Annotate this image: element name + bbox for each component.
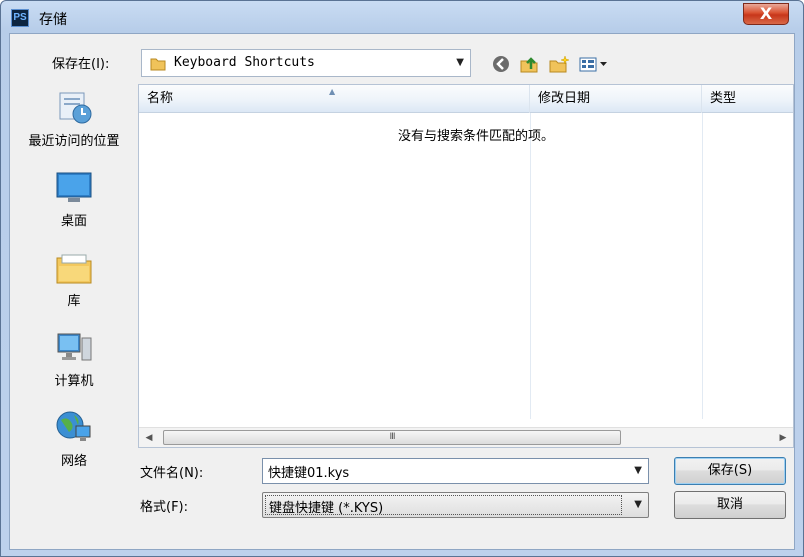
column-headers: 名称 ▲ 修改日期 类型 <box>139 85 793 113</box>
chevron-down-icon[interactable]: ▼ <box>456 57 464 68</box>
dialog-body: 保存在(I): Keyboard Shortcuts ▼ 最近访问的位置 桌面 … <box>9 33 795 550</box>
back-icon[interactable] <box>490 54 512 74</box>
place-desktop[interactable]: 桌面 <box>16 170 132 229</box>
column-header-date[interactable]: 修改日期 <box>530 85 702 113</box>
filename-label: 文件名(N): <box>140 466 204 481</box>
photoshop-icon: PS <box>11 9 29 27</box>
up-folder-icon[interactable] <box>518 54 540 74</box>
scrollbar-thumb[interactable]: III <box>163 430 621 445</box>
place-label: 网络 <box>60 454 87 469</box>
save-button[interactable]: 保存(S) <box>674 457 786 485</box>
file-list[interactable]: 名称 ▲ 修改日期 类型 没有与搜索条件匹配的项。 ◀ III ▶ <box>138 84 794 448</box>
chevron-down-icon[interactable]: ▼ <box>634 499 642 510</box>
save-in-value: Keyboard Shortcuts <box>174 55 315 70</box>
filename-combobox[interactable]: ▼ <box>262 458 649 484</box>
libraries-icon <box>56 254 92 284</box>
empty-message: 没有与搜索条件匹配的项。 <box>397 129 554 144</box>
desktop-icon <box>56 172 92 202</box>
title-bar[interactable]: PS 存储 X <box>1 1 803 33</box>
save-in-combobox[interactable]: Keyboard Shortcuts ▼ <box>141 49 471 77</box>
filename-input[interactable] <box>263 459 623 483</box>
column-header-type[interactable]: 类型 <box>702 85 793 113</box>
network-icon <box>56 411 91 441</box>
recent-places-icon <box>59 92 92 124</box>
save-dialog: PS 存储 X 保存在(I): Keyboard Shortcuts ▼ 最近访… <box>0 0 804 557</box>
format-label: 格式(F): <box>140 500 189 515</box>
place-libraries[interactable]: 库 <box>16 250 132 309</box>
place-computer[interactable]: 计算机 <box>16 330 132 389</box>
window-title: 存储 <box>39 12 67 28</box>
save-in-label: 保存在(I): <box>52 57 110 72</box>
place-label: 桌面 <box>60 214 87 229</box>
close-button[interactable]: X <box>743 3 789 25</box>
format-value: 键盘快捷键 (*.KYS) <box>269 501 384 516</box>
scroll-right-icon[interactable]: ▶ <box>775 430 791 446</box>
place-label: 计算机 <box>54 374 94 389</box>
chevron-down-icon[interactable]: ▼ <box>634 465 642 476</box>
column-divider <box>530 113 531 419</box>
place-label: 库 <box>67 294 81 309</box>
view-menu-icon[interactable] <box>578 54 610 74</box>
new-folder-icon[interactable] <box>548 54 570 74</box>
folder-icon <box>150 58 166 71</box>
format-select[interactable]: 键盘快捷键 (*.KYS) ▼ <box>262 492 649 518</box>
place-label: 最近访问的位置 <box>28 134 120 149</box>
sort-ascending-icon: ▲ <box>329 87 336 96</box>
computer-icon <box>57 333 92 361</box>
column-divider <box>702 113 703 419</box>
scroll-left-icon[interactable]: ◀ <box>141 430 157 446</box>
cancel-button[interactable]: 取消 <box>674 491 786 519</box>
place-recent[interactable]: 最近访问的位置 <box>16 90 132 149</box>
place-network[interactable]: 网络 <box>16 410 132 469</box>
horizontal-scrollbar[interactable]: ◀ III ▶ <box>139 427 793 447</box>
places-bar: 最近访问的位置 桌面 库 计算机 网络 <box>16 84 132 494</box>
